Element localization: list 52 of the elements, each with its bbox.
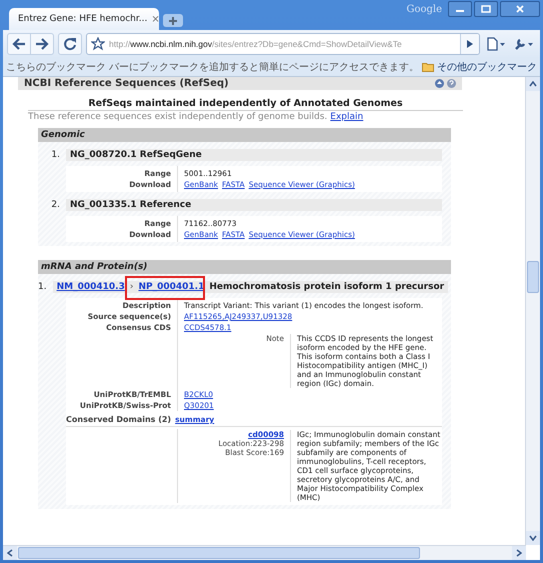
intro-text: These reference sequences exist independently of genome builds. <box>28 112 328 122</box>
protein-link[interactable]: NP_000401.1 <box>138 282 204 292</box>
wrench-icon <box>514 37 534 51</box>
brand-label: Google <box>406 4 442 15</box>
new-tab-button[interactable] <box>163 14 183 27</box>
genomic-header: Genomic <box>38 128 451 142</box>
reload-icon <box>63 37 77 51</box>
address-bar[interactable]: http://www.ncbi.nlm.nih.gov/sites/entrez?Db=gene&Cmd=ShowDetailView&Te <box>86 33 480 55</box>
field-label: Conserved Domains (2) <box>66 415 172 424</box>
bookmarks-bar-message: こちらのブックマーク バーにブックマークを追加すると簡単にページにアクセスできます。 <box>6 60 420 74</box>
url-text: http://www.ncbi.nlm.nih.gov/sites/entrez?Db=gene&Cmd=ShowDetailView&Te <box>109 39 403 49</box>
tab-close-button[interactable]: × <box>151 14 160 24</box>
close-button[interactable] <box>500 1 540 17</box>
play-icon <box>466 39 474 49</box>
item-number: 1. <box>38 282 48 292</box>
item-number: 1. <box>50 150 61 160</box>
go-button[interactable] <box>460 34 479 54</box>
mrna-link[interactable]: NM_000410.3 <box>56 282 125 292</box>
back-arrow-icon <box>12 38 26 50</box>
scroll-down-icon[interactable] <box>529 535 537 541</box>
other-bookmarks-button[interactable]: その他のブックマーク <box>422 60 537 74</box>
tab-title: Entrez Gene: HFE hemochr... <box>18 14 148 24</box>
mrna-header: mRNA and Protein(s) <box>38 260 451 274</box>
folder-icon <box>422 62 434 72</box>
item-number: 2. <box>50 200 61 210</box>
maximize-button[interactable] <box>474 1 498 17</box>
forward-arrow-icon <box>35 38 49 50</box>
forward-button[interactable] <box>31 33 54 55</box>
back-button[interactable] <box>7 33 31 55</box>
maximize-icon <box>481 5 491 13</box>
scroll-left-icon[interactable] <box>7 549 13 557</box>
scroll-up-icon[interactable] <box>529 81 537 87</box>
close-icon <box>515 5 525 13</box>
plus-icon <box>168 16 178 26</box>
separator: › <box>130 282 134 292</box>
minimize-button[interactable] <box>448 1 472 17</box>
sequence-title: NG_008720.1 RefSeqGene <box>66 149 442 161</box>
sequence-title: NG_001335.1 Reference <box>66 199 442 211</box>
scroll-right-icon[interactable] <box>516 549 522 557</box>
help-icon[interactable] <box>447 79 456 88</box>
protein-name: Hemochromatosis protein isoform 1 precursor <box>209 282 444 292</box>
page-icon <box>486 37 506 51</box>
refseq-heading: RefSeqs maintained independently of Annotated Genomes <box>28 98 463 111</box>
star-icon[interactable] <box>91 37 105 51</box>
scroll-thumb[interactable] <box>527 261 539 293</box>
section-title: NCBI Reference Sequences (RefSeq) <box>24 78 229 89</box>
horizontal-scrollbar[interactable] <box>3 545 526 560</box>
vertical-scrollbar[interactable] <box>525 77 540 545</box>
browser-tab[interactable]: Entrez Gene: HFE hemochr... × <box>9 8 159 30</box>
scroll-thumb[interactable] <box>18 547 420 559</box>
explain-link[interactable]: Explain <box>330 112 364 122</box>
reload-button[interactable] <box>58 33 82 55</box>
